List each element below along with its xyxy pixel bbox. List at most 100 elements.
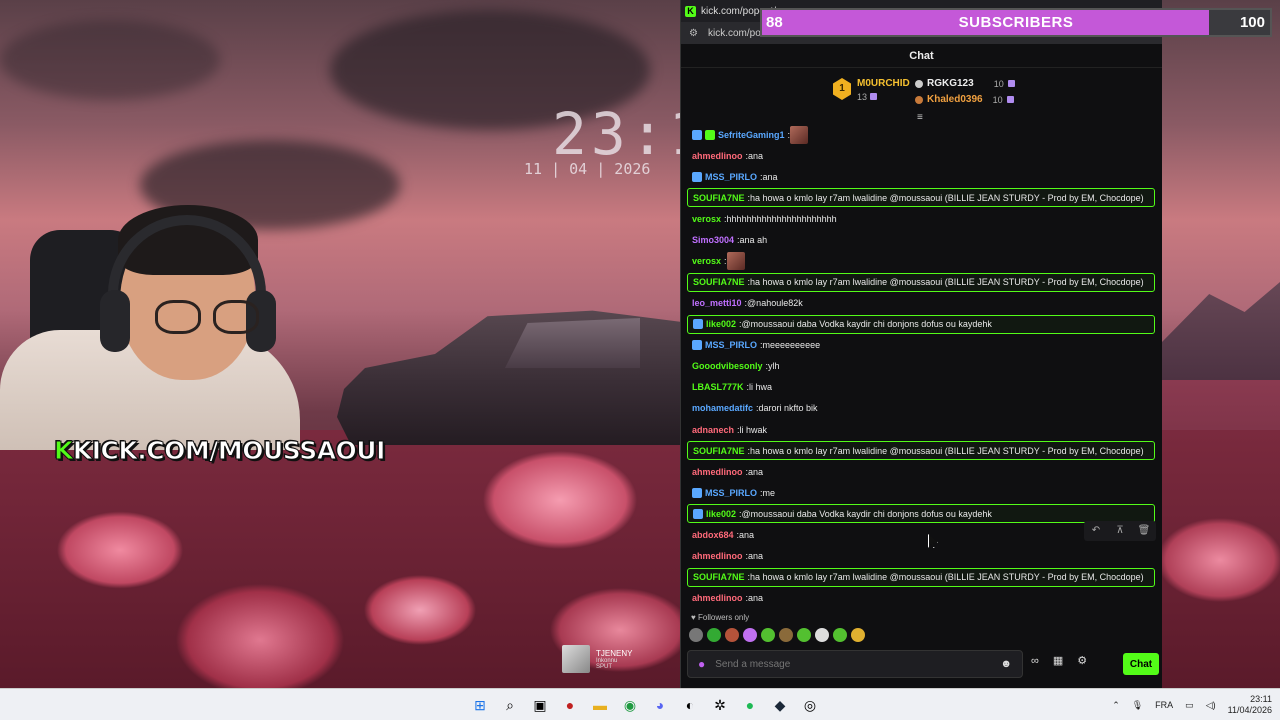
microphone-icon[interactable]: 🎙 <box>1132 700 1143 711</box>
chat-message-text: meeeeeeeeee <box>762 340 821 351</box>
leaderboard-third[interactable]: Khaled0396 10 <box>915 94 1014 105</box>
app-icon[interactable]: ◐ <box>678 693 702 717</box>
collapse-leaderboard-icon[interactable]: ≡ <box>917 112 927 123</box>
emote-icon[interactable] <box>707 628 721 642</box>
kicks-icon[interactable]: ∞ <box>1031 655 1039 667</box>
leader-score: 13 <box>857 92 910 102</box>
chat-message[interactable]: mohamedatifc: darori nkfto bik <box>687 398 1155 419</box>
reply-icon[interactable]: ↶ <box>1084 521 1108 541</box>
chat-username[interactable]: MSS_PIRLO <box>705 172 757 182</box>
chat-username[interactable]: abdox684 <box>692 530 734 540</box>
chat-username[interactable]: MSS_PIRLO <box>705 340 757 350</box>
chat-username[interactable]: ahmedlinoo <box>692 151 743 161</box>
chat-message[interactable]: like002: @moussaoui daba Vodka kaydir ch… <box>687 314 1155 334</box>
chat-message[interactable]: SefriteGaming1: <box>687 124 1155 145</box>
start-button-icon[interactable]: ⊞ <box>468 693 492 717</box>
chat-message[interactable]: SOUFIA7NE: ha howa o kmlo lay r7am lwali… <box>687 567 1155 587</box>
chat-username[interactable]: like002 <box>706 509 736 519</box>
chat-message[interactable]: SOUFIA7NE: ha howa o kmlo lay r7am lwali… <box>687 272 1155 292</box>
site-settings-icon[interactable]: ⚙ <box>689 28 698 39</box>
chrome-icon[interactable]: ◉ <box>618 693 642 717</box>
settings-gear-icon[interactable]: ⚙ <box>1077 654 1087 667</box>
chat-username[interactable]: ahmedlinoo <box>692 467 743 477</box>
chat-username[interactable]: Gooodvibesonly <box>692 361 763 371</box>
emote-icon[interactable] <box>743 628 757 642</box>
emote-icon[interactable] <box>815 628 829 642</box>
store-icon[interactable]: ▦ <box>1053 654 1063 667</box>
chat-message-text: ana <box>762 171 778 182</box>
chat-message[interactable]: ahmedlinoo: ana <box>687 545 1155 566</box>
chat-message[interactable]: MSS_PIRLO: meeeeeeeeee <box>687 335 1155 356</box>
chat-username[interactable]: ahmedlinoo <box>692 551 743 561</box>
discord-icon[interactable]: ◕ <box>648 693 672 717</box>
search-icon[interactable]: ⌕ <box>498 693 522 717</box>
emote-icon[interactable] <box>725 628 739 642</box>
network-icon[interactable]: ▭ <box>1185 700 1194 711</box>
emote-icon[interactable] <box>833 628 847 642</box>
app-icon[interactable]: ✲ <box>708 693 732 717</box>
chat-username[interactable]: SOUFIA7NE <box>693 277 745 287</box>
chat-input[interactable] <box>715 658 991 670</box>
spotify-icon[interactable]: ● <box>738 693 762 717</box>
url-text[interactable]: kick.com/po <box>708 28 761 39</box>
app-icon[interactable]: ● <box>558 693 582 717</box>
delete-icon[interactable]: 🗑 <box>1132 521 1156 541</box>
task-view-icon[interactable]: ▣ <box>528 693 552 717</box>
recent-emotes <box>689 628 865 642</box>
chat-message[interactable]: verosx: <box>687 250 1155 271</box>
chat-username[interactable]: SefriteGaming1 <box>718 130 785 140</box>
gem-icon <box>1007 80 1015 87</box>
language-indicator[interactable]: FRA <box>1155 700 1173 710</box>
chat-message[interactable]: SOUFIA7NE: ha howa o kmlo lay r7am lwali… <box>687 188 1155 208</box>
send-chat-button[interactable]: Chat <box>1123 653 1159 675</box>
chat-input-box[interactable]: ● ☻ <box>687 650 1023 678</box>
chat-message-text: ana <box>748 466 764 477</box>
chat-username[interactable]: SOUFIA7NE <box>693 193 745 203</box>
emote-icon[interactable] <box>689 628 703 642</box>
chat-message[interactable]: ahmedlinoo: ana <box>687 588 1155 609</box>
chat-username[interactable]: verosx <box>692 256 721 266</box>
chat-message[interactable]: MSS_PIRLO: me <box>687 482 1155 503</box>
chat-message[interactable]: SOUFIA7NE: ha howa o kmlo lay r7am lwali… <box>687 441 1155 461</box>
leaderboard-top[interactable]: 1 M0URCHID 13 <box>833 78 910 102</box>
emote-icon[interactable] <box>851 628 865 642</box>
chat-username[interactable]: leo_metti10 <box>692 298 742 308</box>
user-badge-icon <box>692 487 702 498</box>
chat-username[interactable]: ahmedlinoo <box>692 593 743 603</box>
volume-icon[interactable]: ◁) <box>1206 700 1216 711</box>
chat-username[interactable]: SOUFIA7NE <box>693 446 745 456</box>
chat-message[interactable]: ahmedlinoo: ana <box>687 461 1155 482</box>
emote-icon[interactable] <box>761 628 775 642</box>
app-icon[interactable]: ◎ <box>798 693 822 717</box>
chat-message[interactable]: Gooodvibesonly: ylh <box>687 356 1155 377</box>
user-badge-icon <box>693 508 703 519</box>
clock[interactable]: 23:11 11/04/2026 <box>1228 694 1272 716</box>
chat-message[interactable]: MSS_PIRLO: ana <box>687 166 1155 187</box>
chat-username[interactable]: MSS_PIRLO <box>705 488 757 498</box>
microphone-icon[interactable]: ● <box>698 657 705 671</box>
emote-icon[interactable] <box>797 628 811 642</box>
chat-username[interactable]: mohamedatifc <box>692 403 753 413</box>
leader-name: RGKG123 <box>927 78 974 89</box>
chat-username[interactable]: adnanech <box>692 425 734 435</box>
chat-username[interactable]: Simo3004 <box>692 235 734 245</box>
file-explorer-icon[interactable]: ▬ <box>588 693 612 717</box>
steam-icon[interactable]: ◆ <box>768 693 792 717</box>
leaderboard-second[interactable]: RGKG123 10 <box>915 78 1015 89</box>
pin-icon[interactable]: ⊼ <box>1108 521 1132 541</box>
chat-tools: ∞ ▦ ⚙ <box>1031 654 1087 668</box>
chat-message[interactable]: Simo3004: ana ah <box>687 229 1155 250</box>
chat-username[interactable]: like002 <box>706 319 736 329</box>
chat-message[interactable]: leo_metti10: @nahoule82k <box>687 293 1155 314</box>
chat-username[interactable]: SOUFIA7NE <box>693 572 745 582</box>
chat-message[interactable]: ahmedlinoo: ana <box>687 145 1155 166</box>
chat-message[interactable]: adnanech: li hwak <box>687 419 1155 440</box>
chat-message-text: ana <box>748 550 764 561</box>
emoji-picker-icon[interactable]: ☻ <box>1000 658 1012 670</box>
chat-username[interactable]: LBASL777K <box>692 382 744 392</box>
chat-message[interactable]: verosx: hhhhhhhhhhhhhhhhhhhhhh <box>687 208 1155 229</box>
chevron-up-icon[interactable]: ⌃ <box>1112 700 1120 711</box>
chat-message[interactable]: LBASL777K: li hwa <box>687 377 1155 398</box>
chat-username[interactable]: verosx <box>692 214 721 224</box>
emote-icon[interactable] <box>779 628 793 642</box>
